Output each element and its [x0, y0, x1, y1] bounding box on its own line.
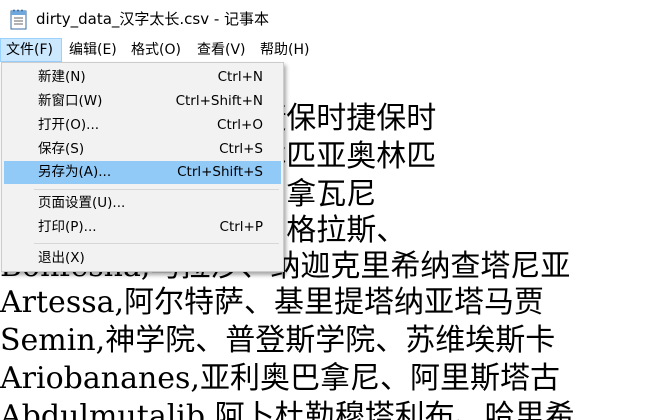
- menu-item-print[interactable]: 打印(P)... Ctrl+P: [4, 216, 281, 239]
- menu-item-open[interactable]: 打开(O)... Ctrl+O: [4, 114, 281, 137]
- text-line: Semin,神学院、普登斯学院、苏维埃斯卡: [0, 323, 556, 358]
- menu-item-shortcut: Ctrl+Shift+N: [175, 93, 263, 109]
- menu-item-label: 打印(P)...: [38, 219, 97, 235]
- menu-item-page-setup[interactable]: 页面设置(U)...: [4, 192, 281, 215]
- menu-item-label: 页面设置(U)...: [38, 195, 126, 211]
- window-title: dirty_data_汉字太长.csv - 记事本: [36, 10, 270, 28]
- menu-item-new[interactable]: 新建(N) Ctrl+N: [4, 66, 281, 89]
- menu-item-label: 另存为(A)...: [38, 164, 112, 180]
- menu-item-new-window[interactable]: 新窗口(W) Ctrl+Shift+N: [4, 90, 281, 113]
- menu-item-shortcut: Ctrl+O: [217, 117, 263, 133]
- menu-bar: 文件(F) 编辑(E) 格式(O) 查看(V) 帮助(H): [0, 38, 669, 62]
- menu-item-exit[interactable]: 退出(X): [4, 247, 281, 270]
- menu-item-label: 打开(O)...: [38, 117, 100, 133]
- menu-item-shortcut: Ctrl+Shift+S: [177, 164, 263, 180]
- menu-item-shortcut: Ctrl+N: [217, 69, 263, 85]
- menu-item-label: 保存(S): [38, 141, 85, 157]
- menu-item-save[interactable]: 保存(S) Ctrl+S: [4, 138, 281, 161]
- menu-edit[interactable]: 编辑(E): [64, 38, 122, 62]
- text-line: Artessa,阿尔特萨、基里提塔纳亚塔马贾: [0, 285, 545, 320]
- menu-file[interactable]: 文件(F): [0, 38, 62, 62]
- file-menu-dropdown: 新建(N) Ctrl+N 新窗口(W) Ctrl+Shift+N 打开(O)..…: [1, 62, 284, 272]
- text-line: Ariobananes,亚利奥巴拿尼、阿里斯塔古: [0, 361, 560, 396]
- notepad-icon: [10, 9, 27, 30]
- menu-format[interactable]: 格式(O): [126, 38, 186, 62]
- menu-item-label: 退出(X): [38, 250, 85, 266]
- menu-separator: [34, 243, 279, 244]
- menu-item-label: 新建(N): [38, 69, 86, 85]
- menu-item-save-as[interactable]: 另存为(A)... Ctrl+Shift+S: [4, 161, 281, 184]
- menu-separator: [34, 189, 279, 190]
- menu-item-shortcut: Ctrl+P: [219, 219, 263, 235]
- menu-view[interactable]: 查看(V): [192, 38, 251, 62]
- menu-help[interactable]: 帮助(H): [255, 38, 314, 62]
- text-line: Abdulmutalib,阿卜杜勒穆塔利布、哈里希: [0, 399, 575, 420]
- title-bar: dirty_data_汉字太长.csv - 记事本: [0, 0, 669, 38]
- menu-item-label: 新窗口(W): [38, 93, 103, 109]
- menu-item-shortcut: Ctrl+S: [219, 141, 263, 157]
